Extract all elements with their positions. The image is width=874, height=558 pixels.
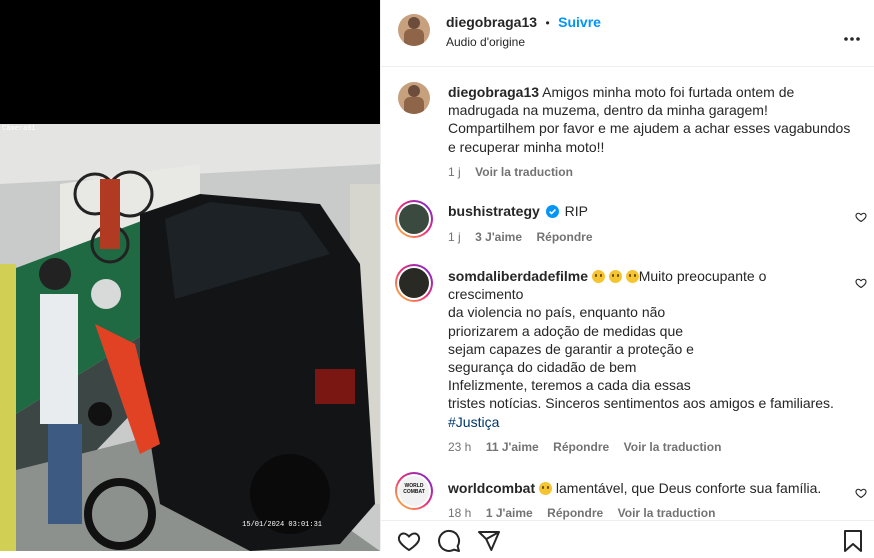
security-camera-image: Câmera01 15/01/2024 03:01:31 <box>0 124 380 551</box>
comment-icon[interactable] <box>437 529 461 558</box>
audio-label[interactable]: Audio d'origine <box>446 35 525 49</box>
comment-reply-button[interactable]: Répondre <box>553 440 609 454</box>
sad-face-emoji-icon <box>608 270 622 283</box>
author-avatar[interactable] <box>398 14 430 46</box>
author-username[interactable]: diegobraga13 <box>446 14 537 30</box>
more-options-icon[interactable] <box>843 29 861 41</box>
comment-line: segurança do cidadão de bem <box>448 359 637 376</box>
comment-avatar[interactable] <box>395 200 433 238</box>
comment-translate-link[interactable]: Voir la traduction <box>618 506 716 520</box>
comment-line: sejam capazes de garantir a proteção e <box>448 340 694 357</box>
comment-line: crescimento <box>448 286 524 303</box>
sad-face-emoji-icon <box>539 482 553 495</box>
comment-line: tristes notícias. Sinceros sentimentos a… <box>448 395 834 412</box>
comment-likes[interactable]: 1 J'aime <box>486 506 533 520</box>
comment-username[interactable]: worldcombat <box>448 480 535 496</box>
caption-line-1: madrugada na muzema, dentro da minha gar… <box>448 102 768 119</box>
comment-line: Infelizmente, teremos a cada dia essas <box>448 377 691 394</box>
comment-translate-link[interactable]: Voir la traduction <box>624 440 722 454</box>
verified-badge-icon <box>545 204 559 222</box>
post-header: diegobraga13 • Suivre Audio d'origine <box>381 0 874 67</box>
share-icon[interactable] <box>477 529 501 558</box>
caption-line-3: e recuperar minha moto!! <box>448 138 605 155</box>
caption-time[interactable]: 1 j <box>448 165 461 179</box>
comment-likes[interactable]: 11 J'aime <box>486 440 539 454</box>
garage-scene-illustration <box>0 124 380 551</box>
hashtag-link[interactable]: #Justiça <box>448 414 499 430</box>
comment-time[interactable]: 18 h <box>448 506 471 520</box>
save-icon[interactable] <box>843 529 863 558</box>
like-heart-icon[interactable] <box>855 276 867 289</box>
comment-avatar[interactable] <box>395 264 433 302</box>
comment-time[interactable]: 23 h <box>448 440 471 454</box>
comment-line: da violencia no país, enquanto não <box>448 304 666 321</box>
comment-likes[interactable]: 3 J'aime <box>475 230 522 244</box>
sad-face-emoji-icon <box>591 270 605 283</box>
comment-reply-button[interactable]: Répondre <box>536 230 592 244</box>
comment-line: priorizarem a adoção de medidas que <box>448 322 684 339</box>
caption-line-2: Compartilhem por favor e me ajudem a ach… <box>448 120 851 137</box>
comment-time[interactable]: 1 j <box>448 230 461 244</box>
post-sidebar: diegobraga13 • Suivre Audio d'origine di… <box>380 0 874 552</box>
like-icon[interactable] <box>397 529 421 558</box>
worldcombat-logo: WORLD COMBAT <box>399 476 429 506</box>
follow-button[interactable]: Suivre <box>558 14 601 30</box>
caption-username[interactable]: diegobraga13 <box>448 84 539 100</box>
comment-first-line: Muito preocupante o <box>638 268 767 284</box>
action-bar <box>381 520 874 552</box>
comment-username[interactable]: somdaliberdadefilme <box>448 268 588 284</box>
sad-face-emoji-icon <box>625 270 639 283</box>
camera-timestamp: 15/01/2024 03:01:31 <box>242 521 322 529</box>
caption-line-0: Amigos minha moto foi furtada ontem de <box>542 84 795 100</box>
caption-avatar[interactable] <box>398 82 430 114</box>
separator-dot: • <box>545 16 550 30</box>
post-media[interactable]: Câmera01 15/01/2024 03:01:31 <box>0 0 380 551</box>
comment-text: RIP <box>564 203 588 219</box>
like-heart-icon[interactable] <box>855 210 867 223</box>
like-heart-icon[interactable] <box>855 486 867 499</box>
comment-reply-button[interactable]: Répondre <box>547 506 603 520</box>
comment-username[interactable]: bushistrategy <box>448 203 540 219</box>
caption-translate-link[interactable]: Voir la traduction <box>475 165 573 179</box>
comment-avatar[interactable]: WORLD COMBAT <box>395 472 433 510</box>
comment-text: lamentável, que Deus conforte sua famíli… <box>555 480 822 496</box>
camera-label: Câmera01 <box>2 125 36 133</box>
